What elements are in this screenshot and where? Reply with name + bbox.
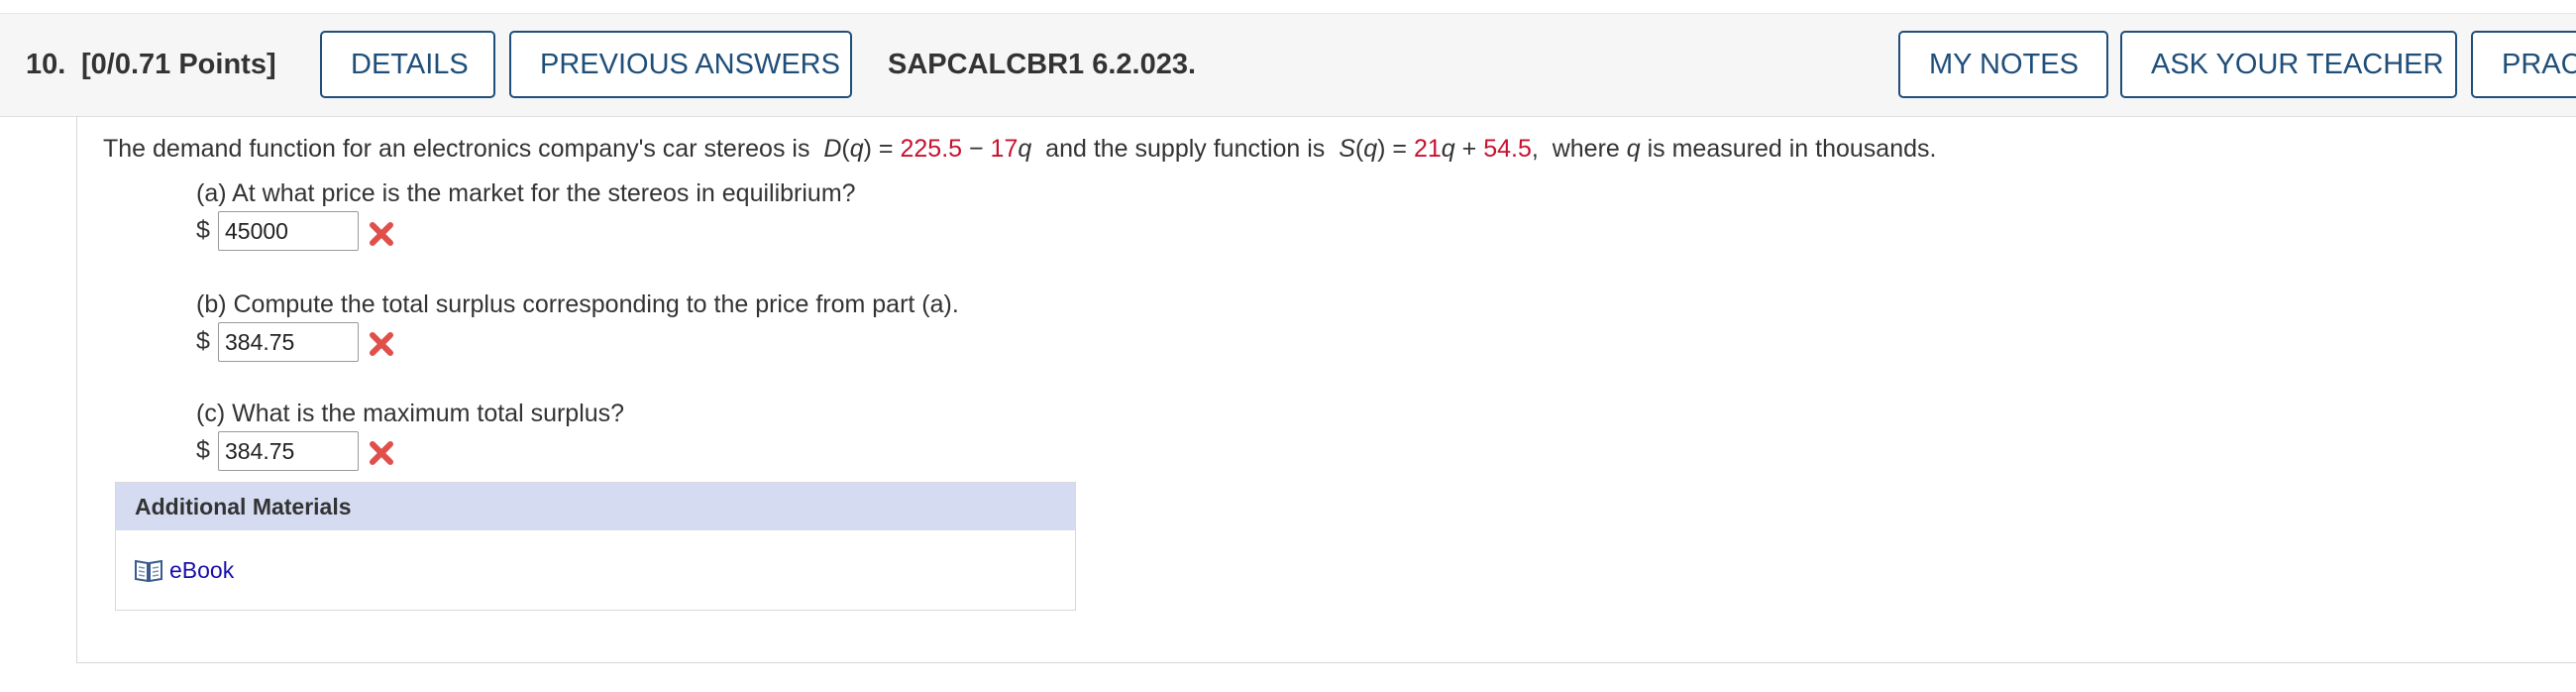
problem-code: SAPCALCBR1 6.2.023. <box>888 49 1197 80</box>
points-score: [0/0.71 Points] <box>81 49 276 80</box>
part-c-label: (c) What is the maximum total surplus? <box>196 400 625 427</box>
tail-variable: q <box>1626 135 1641 163</box>
part-b-answer-field[interactable]: 384.75 <box>218 322 359 362</box>
part-c-currency: $ <box>196 436 210 464</box>
ebook-link-row[interactable]: eBook <box>134 555 234 585</box>
demand-variable: q <box>849 135 864 163</box>
demand-constant: 225.5 <box>900 135 963 163</box>
my-notes-button[interactable]: MY NOTES <box>1898 31 2108 98</box>
supply-coefficient: 21 <box>1413 135 1442 163</box>
question-number: 10. <box>26 49 66 80</box>
part-b-incorrect-x-icon <box>370 332 393 356</box>
practice-button[interactable]: PRAC <box>2471 31 2576 98</box>
book-icon <box>135 559 162 583</box>
problem-middle: and the supply function is <box>1045 135 1326 163</box>
ebook-link[interactable]: eBook <box>169 557 234 584</box>
part-a-incorrect-x-icon <box>370 222 393 246</box>
supply-variable: q <box>1363 135 1378 163</box>
previous-answers-button[interactable]: PREVIOUS ANSWERS <box>509 31 852 98</box>
part-b-currency: $ <box>196 327 210 355</box>
additional-materials-heading: Additional Materials <box>116 483 1075 530</box>
question-header: 10. [0/0.71 Points] DETAILS PREVIOUS ANS… <box>0 14 2576 117</box>
problem-tail-prefix: where <box>1552 135 1620 163</box>
problem-tail-suffix: is measured in thousands. <box>1647 135 1937 163</box>
demand-term-variable: q <box>1018 135 1032 163</box>
supply-function-name: S <box>1339 135 1355 163</box>
demand-coefficient: 17 <box>990 135 1019 163</box>
part-b-label: (b) Compute the total surplus correspond… <box>196 290 959 318</box>
supply-constant: 54.5 <box>1483 135 1532 163</box>
part-a-currency: $ <box>196 216 210 244</box>
part-a-answer-field[interactable]: 45000 <box>218 211 359 251</box>
details-button[interactable]: DETAILS <box>320 31 495 98</box>
demand-function-name: D <box>823 135 842 163</box>
supply-term-variable: q <box>1441 135 1455 163</box>
additional-materials-panel: Additional Materials eBook <box>115 482 1076 611</box>
part-c-answer-field[interactable]: 384.75 <box>218 431 359 471</box>
problem-statement: The demand function for an electronics c… <box>103 135 1937 163</box>
ask-your-teacher-button[interactable]: ASK YOUR TEACHER <box>2120 31 2457 98</box>
part-a-label: (a) At what price is the market for the … <box>196 179 856 207</box>
part-c-incorrect-x-icon <box>370 441 393 465</box>
problem-intro: The demand function for an electronics c… <box>103 135 810 163</box>
